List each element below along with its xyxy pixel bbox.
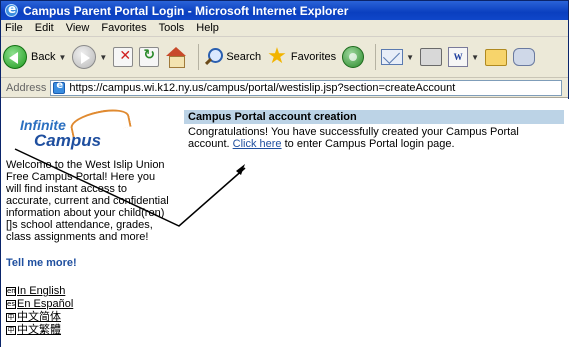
click-here-link[interactable]: Click here [233,138,282,150]
success-message: Congratulations! You have successfully c… [184,124,564,152]
toolbar-separator [375,44,377,70]
message-after: to enter Campus Portal login page. [281,138,455,150]
back-arrow-icon [3,45,27,69]
welcome-text: Welcome to the West Islip Union Free Cam… [6,159,169,243]
mail-button[interactable]: ▼ [381,49,414,65]
print-button[interactable] [420,48,443,66]
menu-bar: File Edit View Favorites Tools Help [1,20,568,37]
search-icon [204,48,224,66]
printer-icon [420,48,443,66]
favorites-star-icon: ★ [267,44,287,69]
edit-dropdown-icon[interactable]: ▼ [471,53,479,62]
language-flag-icon: es [6,300,16,309]
messenger-icon [513,48,535,66]
language-item-chinese-traditional[interactable]: 中 中文繁體 [6,324,176,337]
page-icon [53,81,66,94]
menu-tools[interactable]: Tools [159,22,185,34]
language-link-spanish[interactable]: En Español [17,298,73,311]
language-list: en In English es En Español 中 中文简体 中 中文繁… [6,285,176,337]
language-flag-icon: en [6,287,16,296]
infinite-campus-logo: Infinite Campus [6,105,171,151]
address-label: Address [6,81,47,94]
language-item-spanish[interactable]: es En Español [6,298,176,311]
address-url: https://campus.wi.k12.ny.us/campus/porta… [69,81,456,94]
home-icon [165,47,187,68]
home-button[interactable] [165,47,187,68]
back-dropdown-icon[interactable]: ▼ [58,53,66,62]
favorites-button[interactable]: ★ Favorites [267,44,337,69]
language-link-chinese-traditional[interactable]: 中文繁體 [17,324,61,337]
tell-me-more-link[interactable]: Tell me more! [6,257,176,269]
language-flag-icon: 中 [6,313,16,322]
toolbar-separator [198,44,200,70]
folder-button[interactable] [485,48,507,66]
logo-text-bottom: Campus [34,131,102,150]
folder-icon [485,48,507,66]
refresh-button[interactable]: ↻ [139,47,160,67]
toolbar: Back ▼ ▼ ✕ ↻ Search ★ Favorites ▼ W ▼ [1,37,568,78]
mail-icon [381,49,404,65]
media-button[interactable] [342,46,365,68]
main-panel: Campus Portal account creation Congratul… [184,110,564,152]
stop-button[interactable]: ✕ [113,47,134,67]
menu-help[interactable]: Help [196,22,219,34]
language-item-chinese-simplified[interactable]: 中 中文简体 [6,311,176,324]
browser-window: Campus Parent Portal Login - Microsoft I… [0,0,569,347]
language-flag-icon: 中 [6,326,16,335]
back-button[interactable]: Back ▼ [3,45,66,69]
address-input[interactable]: https://campus.wi.k12.ny.us/campus/porta… [50,79,562,96]
section-header: Campus Portal account creation [184,110,564,124]
menu-favorites[interactable]: Favorites [101,22,146,34]
forward-dropdown-icon[interactable]: ▼ [99,53,107,62]
address-bar: Address https://campus.wi.k12.ny.us/camp… [1,78,568,98]
title-bar: Campus Parent Portal Login - Microsoft I… [1,1,568,20]
favorites-label: Favorites [290,51,337,63]
window-title: Campus Parent Portal Login - Microsoft I… [23,3,349,18]
sidebar: Infinite Campus Welcome to the West Isli… [1,99,176,347]
word-edit-icon: W [448,47,469,67]
refresh-icon: ↻ [139,47,160,67]
ie-logo-icon [5,2,18,17]
stop-icon: ✕ [113,47,134,67]
language-link-chinese-simplified[interactable]: 中文简体 [17,311,61,324]
edit-button[interactable]: W ▼ [448,47,479,67]
mail-dropdown-icon[interactable]: ▼ [406,53,414,62]
menu-edit[interactable]: Edit [35,22,54,34]
forward-arrow-icon [72,45,97,69]
media-icon [342,46,365,68]
page-content: Infinite Campus Welcome to the West Isli… [1,99,569,347]
language-link-english[interactable]: In English [17,285,65,298]
language-item-english[interactable]: en In English [6,285,176,298]
messenger-button[interactable] [513,48,535,66]
menu-file[interactable]: File [5,22,23,34]
search-button[interactable]: Search [204,48,261,66]
search-label: Search [226,51,262,63]
menu-view[interactable]: View [66,22,90,34]
forward-button[interactable]: ▼ [72,45,107,69]
back-label: Back [31,51,56,63]
